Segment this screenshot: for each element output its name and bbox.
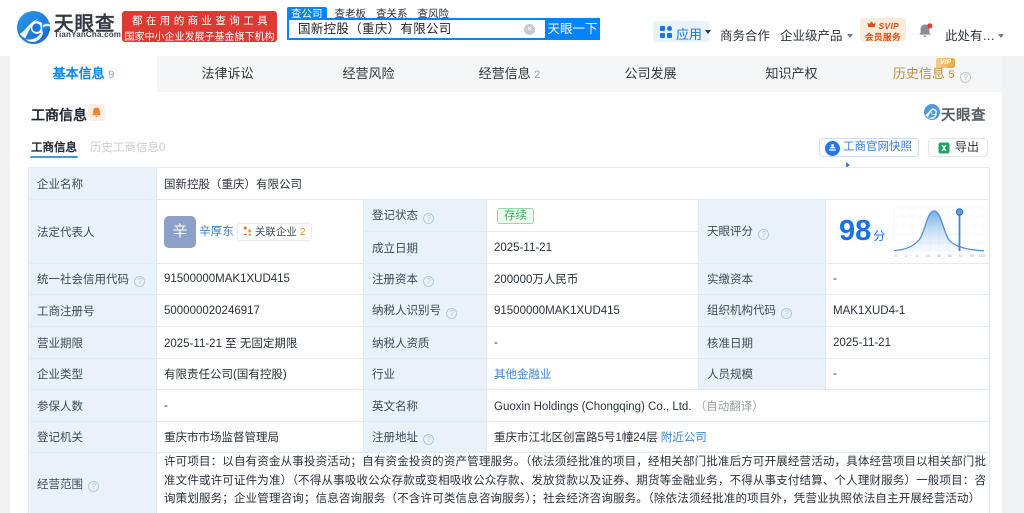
svg-text:1: 1 — [905, 253, 908, 258]
svg-text:80: 80 — [948, 253, 953, 258]
svg-text:100: 100 — [979, 253, 986, 258]
svg-text:97: 97 — [959, 253, 964, 258]
svg-text:50: 50 — [937, 253, 942, 258]
svg-text:10: 10 — [926, 253, 931, 258]
svg-text:0: 0 — [895, 253, 898, 258]
svg-text:3: 3 — [916, 253, 919, 258]
svg-text:99: 99 — [970, 253, 975, 258]
